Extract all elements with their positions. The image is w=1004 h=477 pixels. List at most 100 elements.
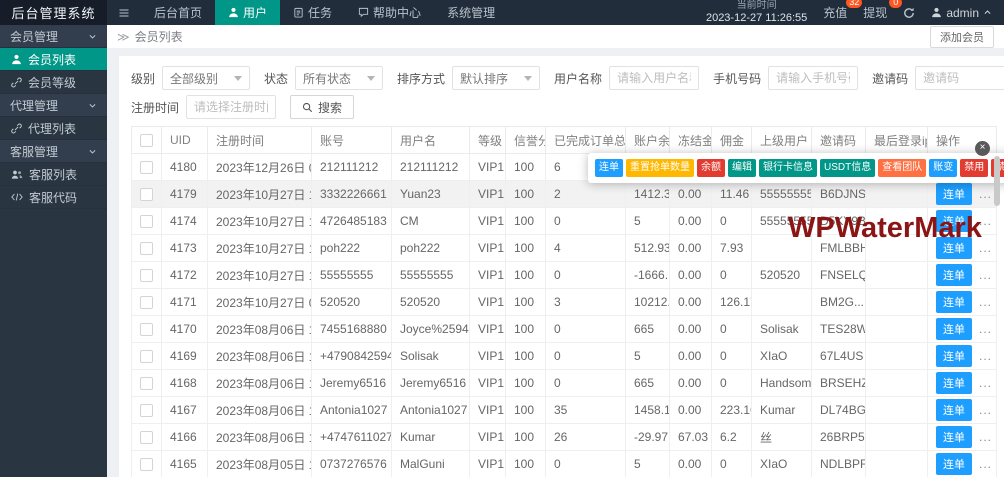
sidebar-item-label: 客服代码 <box>29 189 77 206</box>
cell-parent: Solisak <box>752 316 812 343</box>
popup-action-button[interactable]: 编辑 <box>728 159 756 177</box>
topnav-item[interactable]: 任务 <box>280 0 345 25</box>
sidebar-group-header[interactable]: 代理管理 <box>0 94 107 117</box>
chain-order-button[interactable]: 连单 <box>936 453 972 475</box>
more-actions-button[interactable]: ... <box>979 295 992 309</box>
sidebar-item[interactable]: 会员等级 <box>0 71 107 94</box>
cell-reg-time: 2023年08月06日 16:27:34 <box>208 343 312 370</box>
phone-input[interactable] <box>768 66 858 90</box>
close-icon[interactable]: × <box>975 141 990 156</box>
row-checkbox[interactable] <box>140 188 153 201</box>
row-checkbox[interactable] <box>140 242 153 255</box>
table-row[interactable]: 41712023年10月27日 09:17:38520520520520VIP1… <box>132 289 997 316</box>
sidebar-item[interactable]: 客服列表 <box>0 163 107 186</box>
admin-menu[interactable]: admin <box>931 6 992 20</box>
cell-level: VIP1 <box>470 370 506 397</box>
row-checkbox[interactable] <box>140 269 153 282</box>
topnav-item[interactable]: 帮助中心 <box>345 0 434 25</box>
search-button[interactable]: 搜索 <box>290 95 354 119</box>
popup-action-button[interactable]: 禁用 <box>960 159 988 177</box>
table-row[interactable]: 41702023年08月06日 17:42:177455168880Joyce%… <box>132 316 997 343</box>
cell-orders: 0 <box>546 343 626 370</box>
row-checkbox[interactable] <box>140 377 153 390</box>
refresh-icon[interactable] <box>903 7 915 19</box>
chain-order-button[interactable]: 连单 <box>936 372 972 394</box>
sidebar-item[interactable]: 会员列表 <box>0 48 107 71</box>
invite-code-input[interactable] <box>915 66 1004 90</box>
cell-username: MalGuni <box>392 451 470 477</box>
cell-level: VIP1 <box>470 397 506 424</box>
row-checkbox[interactable] <box>140 161 153 174</box>
add-member-button[interactable]: 添加会员 <box>930 26 994 48</box>
chain-order-button[interactable]: 连单 <box>936 399 972 421</box>
table-row[interactable]: 41722023年10月27日 10:25:115555555555555555… <box>132 262 997 289</box>
topnav-item[interactable]: 后台首页 <box>141 0 215 25</box>
popup-action-button[interactable]: 余额 <box>697 159 725 177</box>
cell-frozen: 0.00 <box>670 397 712 424</box>
row-checkbox[interactable] <box>140 215 153 228</box>
row-checkbox[interactable] <box>140 431 153 444</box>
chain-order-button[interactable]: 连单 <box>936 264 972 286</box>
table-row[interactable]: 41692023年08月06日 16:27:34+4790842594Solis… <box>132 343 997 370</box>
popup-action-button[interactable]: 账变 <box>929 159 957 177</box>
more-actions-button[interactable]: ... <box>979 322 992 336</box>
row-checkbox[interactable] <box>140 323 153 336</box>
more-actions-button[interactable]: ... <box>979 403 992 417</box>
table-row[interactable]: 41672023年08月06日 12:29:27Antonia1027Anton… <box>132 397 997 424</box>
table-row[interactable]: 41682023年08月06日 13:51:59Jeremy6516Jeremy… <box>132 370 997 397</box>
chain-order-button[interactable]: 连单 <box>936 183 972 205</box>
cell-frozen: 0.00 <box>670 235 712 262</box>
sidebar-item[interactable]: 客服代码 <box>0 186 107 209</box>
select-all-header <box>132 127 162 154</box>
sidebar-item[interactable]: 代理列表 <box>0 117 107 140</box>
regtime-input[interactable] <box>186 95 276 119</box>
row-checkbox[interactable] <box>140 458 153 471</box>
chain-order-button[interactable]: 连单 <box>936 426 972 448</box>
table-row[interactable]: 41662023年08月06日 11:21:06+4747611027Kumar… <box>132 424 997 451</box>
chain-order-button[interactable]: 连单 <box>936 291 972 313</box>
recharge-link[interactable]: 充值 32 <box>823 4 847 21</box>
row-checkbox[interactable] <box>140 296 153 309</box>
cell-last-ip <box>866 343 928 370</box>
row-select-cell <box>132 235 162 262</box>
sidebar-group-header[interactable]: 会员管理 <box>0 25 107 48</box>
withdraw-link[interactable]: 提现 0 <box>863 4 887 21</box>
more-actions-button[interactable]: ... <box>979 268 992 282</box>
row-checkbox[interactable] <box>140 404 153 417</box>
topnav-item[interactable]: 系统管理 <box>434 0 508 25</box>
cell-frozen: 0.00 <box>670 289 712 316</box>
cell-reg-time: 2023年10月27日 10:25:11 <box>208 262 312 289</box>
topnav-item-label: 任务 <box>308 4 332 21</box>
topnav-item[interactable]: 用户 <box>215 0 280 25</box>
cell-orders: 0 <box>546 451 626 477</box>
popup-action-button[interactable]: USDT信息 <box>820 159 875 177</box>
table-row[interactable]: 41792023年10月27日 19:25:483332226661Yuan23… <box>132 181 997 208</box>
menu-toggle-icon[interactable] <box>107 0 141 25</box>
level-select[interactable]: 全部级别 <box>162 66 250 90</box>
username-input[interactable] <box>609 66 699 90</box>
popup-action-button[interactable]: 重置抢单数量 <box>626 159 694 177</box>
chain-order-button[interactable]: 连单 <box>936 318 972 340</box>
row-checkbox[interactable] <box>140 350 153 363</box>
cell-username: 212111212 <box>392 154 470 181</box>
level-select-value: 全部级别 <box>170 70 218 87</box>
status-select-value: 所有状态 <box>303 70 351 87</box>
sidebar-group-header[interactable]: 客服管理 <box>0 140 107 163</box>
popup-action-button[interactable]: 连单 <box>595 159 623 177</box>
select-all-checkbox[interactable] <box>140 134 153 147</box>
cell-orders: 0 <box>546 370 626 397</box>
more-actions-button[interactable]: ... <box>979 349 992 363</box>
status-select[interactable]: 所有状态 <box>295 66 383 90</box>
popup-action-button[interactable]: 查看团队 <box>878 159 926 177</box>
more-actions-button[interactable]: ... <box>979 457 992 471</box>
sidebar-group-label: 会员管理 <box>10 28 58 45</box>
more-actions-button[interactable]: ... <box>979 187 992 201</box>
chain-order-button[interactable]: 连单 <box>936 345 972 367</box>
more-actions-button[interactable]: ... <box>979 376 992 390</box>
more-actions-button[interactable]: ... <box>979 430 992 444</box>
sort-select[interactable]: 默认排序 <box>452 66 540 90</box>
vertical-scrollbar[interactable] <box>994 156 1000 206</box>
popup-action-button[interactable]: 银行卡信息 <box>759 159 817 177</box>
cell-actions: 连单... <box>928 397 997 424</box>
table-row[interactable]: 41652023年08月05日 19:31:210737276576MalGun… <box>132 451 997 477</box>
